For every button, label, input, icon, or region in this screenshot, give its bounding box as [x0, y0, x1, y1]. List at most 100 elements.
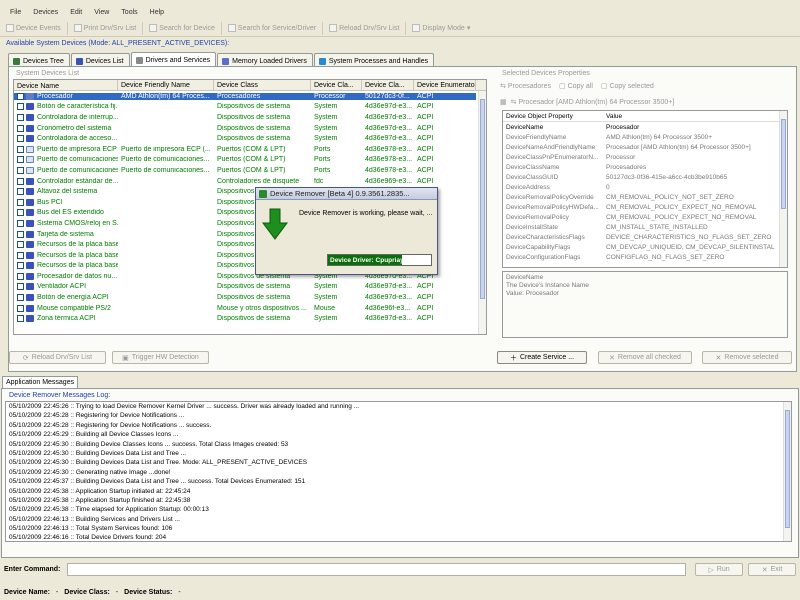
col-device-class[interactable]: Device Class: [214, 80, 311, 90]
exit-button[interactable]: ✕ Exit: [748, 563, 796, 576]
row-checkbox[interactable]: [17, 304, 24, 312]
property-row[interactable]: DeviceAddress 0: [503, 182, 787, 192]
log-line: 05/10/2009 22:45:38 :: Application Start…: [9, 487, 191, 495]
row-checkbox[interactable]: [17, 135, 24, 143]
device-icon: [26, 166, 34, 174]
menu-view[interactable]: View: [90, 7, 117, 20]
table-row[interactable]: Puerto de comunicaciones Puerto de comuni…: [14, 155, 486, 166]
property-row[interactable]: DeviceClassPnPEnumeratorN... Processor: [503, 152, 787, 162]
main-toolbar: Device Events Print Drv/Srv List Search …: [0, 20, 800, 37]
table-row[interactable]: Controlador estándar de... Controladores …: [14, 176, 486, 187]
table-row[interactable]: Cronómetro del sistema Dispositivos de si…: [14, 123, 486, 134]
menu-file[interactable]: File: [6, 7, 29, 20]
row-checkbox[interactable]: [17, 166, 24, 174]
log-scrollbar[interactable]: [783, 402, 791, 541]
table-row[interactable]: Botón de energía ACPI Dispositivos de sis…: [14, 292, 486, 303]
col-class-guid[interactable]: Device Cla...: [362, 80, 414, 90]
table-row[interactable]: Controladora de interrup... Dispositivos …: [14, 112, 486, 123]
row-checkbox[interactable]: [17, 209, 24, 217]
device-icon: [26, 135, 34, 143]
device-events-button[interactable]: Device Events: [2, 21, 65, 36]
col-device-name[interactable]: Device Name: [14, 80, 118, 90]
remove-icon: ✕: [715, 354, 722, 362]
property-row[interactable]: DeviceCapabilityFlags CM_DEVCAP_UNIQUEID,…: [503, 242, 787, 252]
property-row[interactable]: DeviceName Procesador: [503, 122, 787, 132]
hardware-icon: ▣: [122, 354, 129, 362]
row-checkbox[interactable]: [17, 92, 24, 100]
row-checkbox[interactable]: [17, 272, 24, 280]
row-checkbox[interactable]: [17, 113, 24, 121]
property-row[interactable]: DeviceCharacteristicsFlags DEVICE_CHARACT…: [503, 232, 787, 242]
search-device-button[interactable]: Search for Device: [145, 21, 219, 36]
row-checkbox[interactable]: [17, 241, 24, 249]
table-row[interactable]: Botón de característica fij... Dispositiv…: [14, 102, 486, 113]
row-checkbox[interactable]: [17, 219, 24, 227]
row-checkbox[interactable]: [17, 294, 24, 302]
exit-icon: ✕: [761, 566, 768, 574]
device-icon: [26, 294, 34, 302]
device-icon: [26, 251, 34, 259]
property-row[interactable]: DeviceInstallState CM_INSTALL_STATE_INSTA…: [503, 222, 787, 232]
command-input[interactable]: [67, 563, 686, 576]
row-checkbox[interactable]: [17, 188, 24, 196]
menu-tools[interactable]: Tools: [117, 7, 145, 20]
props-scrollbar[interactable]: [779, 111, 787, 267]
create-service-button[interactable]: ＋ Create Service ...: [497, 351, 587, 364]
table-row[interactable]: Zona térmica ACPI Dispositivos de sistema…: [14, 313, 486, 324]
row-checkbox[interactable]: [17, 262, 24, 270]
row-checkbox[interactable]: [17, 124, 24, 132]
property-row[interactable]: DeviceRemovalPolicy CM_REMOVAL_POLICY_EXP…: [503, 212, 787, 222]
table-row[interactable]: Controladora de acceso... Dispositivos de…: [14, 133, 486, 144]
row-checkbox[interactable]: [17, 283, 24, 291]
trigger-hw-detection-button[interactable]: ▣ Trigger HW Detection: [112, 351, 209, 364]
property-row[interactable]: DeviceClassGUID 50127dc3-0f36-415e-a6cc-4…: [503, 172, 787, 182]
print-list-button[interactable]: Print Drv/Srv List: [70, 21, 141, 36]
copy-all-button[interactable]: ▢ Copy all: [559, 82, 593, 90]
copy-selected-button[interactable]: ▢ Copy selected: [601, 82, 654, 90]
row-checkbox[interactable]: [17, 198, 24, 206]
row-checkbox[interactable]: [17, 251, 24, 259]
selected-device-button[interactable]: ⇆ Procesador [AMD Athlon(tm) 64 Processo…: [511, 98, 675, 106]
tab-devices-tree[interactable]: Devices Tree: [8, 53, 70, 66]
property-row[interactable]: DeviceRemovalPolicyHWDefa... CM_REMOVAL_P…: [503, 202, 787, 212]
table-row[interactable]: Procesador AMD Athlon(tm) 64 Proces... Pro…: [14, 91, 486, 102]
status-class-label: Device Class:: [64, 589, 110, 596]
row-checkbox[interactable]: [17, 156, 24, 164]
property-row[interactable]: DeviceConfigurationFlags CONFIGFLAG_NO_FL…: [503, 252, 787, 262]
device-icon: [26, 315, 34, 323]
col-friendly-name[interactable]: Device Friendly Name: [118, 80, 214, 90]
procesadores-button[interactable]: ⇆ Procesadores: [500, 82, 551, 90]
tab-processes-handles[interactable]: System Processes and Handles: [313, 53, 435, 66]
remove-all-checked-button[interactable]: ✕ Remove all checked: [598, 351, 692, 364]
row-checkbox[interactable]: [17, 230, 24, 238]
table-row[interactable]: Puerto de comunicaciones Puerto de comuni…: [14, 165, 486, 176]
row-checkbox[interactable]: [17, 145, 24, 153]
menu-devices[interactable]: Devices: [29, 7, 66, 20]
tab-devices-list[interactable]: Devices List: [70, 53, 130, 66]
tab-application-messages[interactable]: Application Messages: [2, 376, 79, 388]
col-class-name[interactable]: Device Cla...: [311, 80, 362, 90]
table-row[interactable]: Puerto de impresora ECP ... Puerto de imp…: [14, 144, 486, 155]
row-checkbox[interactable]: [17, 315, 24, 323]
reload-list-button[interactable]: Reload Drv/Srv List: [325, 21, 403, 36]
reload-drv-srv-button[interactable]: ⟳ Reload Drv/Srv List: [9, 351, 106, 364]
search-service-button[interactable]: Search for Service/Driver: [224, 21, 320, 36]
row-checkbox[interactable]: [17, 103, 24, 111]
property-row[interactable]: DeviceFriendlyName AMD Athlon(tm) 64 Proc…: [503, 132, 787, 142]
run-button[interactable]: ▷ Run: [695, 563, 743, 576]
grid-scrollbar[interactable]: [478, 91, 486, 334]
remove-selected-button[interactable]: ✕ Remove selected: [702, 351, 792, 364]
display-mode-button[interactable]: Display Mode ▾: [408, 21, 474, 36]
col-enumerator[interactable]: Device Enumerato: [414, 80, 476, 90]
menu-help[interactable]: Help: [146, 7, 172, 20]
table-row[interactable]: Mouse compatible PS/2 Mouse y otros dispo…: [14, 303, 486, 314]
scroll-thumb[interactable]: [480, 99, 485, 299]
menu-edit[interactable]: Edit: [66, 7, 90, 20]
property-row[interactable]: DeviceNameAndFriendlyName Procesador [AMD…: [503, 142, 787, 152]
row-checkbox[interactable]: [17, 177, 24, 185]
tab-drivers-services[interactable]: Drivers and Services: [130, 52, 217, 66]
property-row[interactable]: DeviceClassName Procesadores: [503, 162, 787, 172]
property-row[interactable]: DeviceRemovalPolicyOverride CM_REMOVAL_PO…: [503, 192, 787, 202]
table-row[interactable]: Ventilador ACPI Dispositivos de sistema Sy…: [14, 282, 486, 293]
tab-memory-drivers[interactable]: Memory Loaded Drivers: [217, 53, 313, 66]
